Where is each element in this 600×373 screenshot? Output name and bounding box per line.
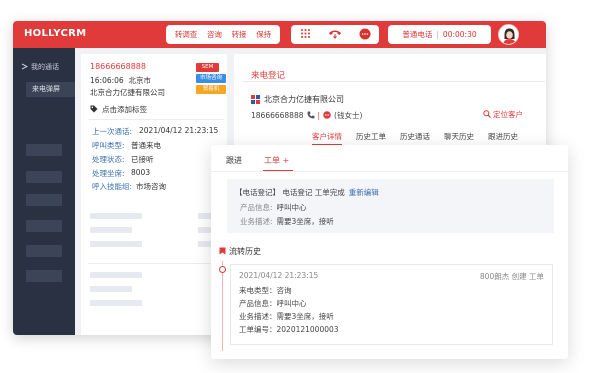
phone-icon[interactable] — [307, 111, 315, 121]
last-call-label: 上一次通话: — [92, 127, 133, 136]
placeholder-bar — [90, 286, 132, 292]
customer-contact: 18666668888 | (钱女士) — [251, 110, 363, 121]
tab-call-history[interactable]: 历史通话 — [400, 131, 430, 145]
call-actions: 转调查 咨询 转接 保持 — [166, 25, 280, 44]
add-tag-button[interactable]: 点击添加标签 — [90, 104, 147, 115]
tab-followup-history[interactable]: 跟进历史 — [488, 131, 518, 145]
tab-customer-details[interactable]: 客户详情 — [312, 131, 342, 145]
tab-followup[interactable]: 跟进 — [226, 155, 242, 166]
re-edit-link[interactable]: 重新编辑 — [349, 188, 379, 197]
caller-company: 北京合力亿捷有限公司 — [90, 88, 165, 97]
product-info: 产品信息: 呼叫中心 — [240, 203, 307, 212]
status-label: 处理状态: — [92, 155, 125, 164]
tab-chat-history[interactable]: 聊天历史 — [444, 131, 474, 145]
history-author: 800朗杰 创建 工单 — [479, 272, 544, 281]
caller-info-panel: 18666668888 SEM 16:06:06 北京市 市场咨询 北京合力亿捷… — [81, 54, 227, 335]
placeholder-bar — [90, 272, 142, 278]
call-type-label: 普通电话 — [402, 30, 433, 39]
sidebar-item-placeholder[interactable] — [26, 144, 62, 156]
sidebar-item-placeholder[interactable] — [26, 245, 62, 257]
bookmark-icon — [219, 247, 226, 257]
overlay-tabs: 跟进 工单 + — [226, 155, 311, 166]
history-heading: 流转历史 — [219, 246, 261, 257]
history-time: 2021/04/12 21:23:15 — [239, 271, 319, 280]
skill-group-value: 市场咨询 — [136, 182, 166, 191]
divider — [88, 119, 224, 120]
history-row: 来电类型：咨询 — [239, 286, 292, 295]
registration-title: 来电登记 — [251, 71, 286, 81]
transfer-button[interactable]: 转接 — [232, 29, 247, 40]
sidebar-item-placeholder[interactable] — [26, 171, 62, 183]
divider — [242, 81, 545, 82]
business-desc: 业务描述: 需要3坐席，接听 — [240, 217, 334, 226]
placeholder-bar — [90, 241, 142, 247]
divider — [88, 263, 224, 264]
seat-value: 8003 — [131, 168, 151, 177]
ticket-summary-title: 【电话登记】 电话登记 工单完成 重新编辑 — [235, 188, 379, 197]
consult-button[interactable]: 咨询 — [207, 29, 222, 40]
keypad-icon[interactable] — [300, 28, 311, 41]
placeholder-bar — [90, 300, 142, 306]
last-call-value: 2021/04/12 21:23:15 — [139, 126, 219, 135]
sidebar-heading: 我的通话 — [21, 62, 59, 72]
transfer-survey-button[interactable]: 转调查 — [175, 29, 198, 40]
history-row: 业务描述：需要3坐席，接听 — [239, 312, 334, 321]
tag-market: 市场咨询 — [196, 74, 226, 83]
chat-icon[interactable] — [359, 28, 371, 42]
tab-ticket[interactable]: 工单 + — [264, 155, 289, 166]
timeline-line — [222, 261, 223, 351]
tab-ticket-history[interactable]: 历史工单 — [356, 131, 386, 145]
call-timer: 00:00:30 — [442, 30, 477, 39]
history-row: 工单编号：2020121000003 — [239, 325, 339, 334]
menu-icon — [21, 63, 29, 72]
history-row: 产品信息：呼叫中心 — [239, 299, 307, 308]
placeholder-bar — [90, 227, 132, 233]
skill-group-label: 呼入技能组: — [92, 182, 133, 191]
tag-icon — [90, 105, 98, 115]
history-entry: 2021/04/12 21:23:15 800朗杰 创建 工单 来电类型：咨询 … — [230, 264, 553, 345]
caller-time-city: 16:06:06 北京市 — [90, 76, 151, 85]
sidebar-item-placeholder[interactable] — [26, 194, 62, 206]
sidebar-item-incoming-popup[interactable]: 来电弹屏 — [26, 82, 75, 97]
top-bar: HOLLYCRM 转调查 咨询 转接 保持 普通电话 | 00:00:30 — [13, 21, 546, 48]
hold-button[interactable]: 保持 — [256, 29, 271, 40]
sidebar-item-placeholder[interactable] — [26, 270, 62, 282]
sidebar-item-placeholder[interactable] — [26, 220, 62, 232]
caller-phone: 18666668888 — [90, 62, 146, 71]
tag-trade: 贸易机 — [196, 85, 226, 94]
status-value: 已接听 — [131, 155, 154, 164]
company-icon — [251, 95, 260, 104]
customer-tabs: 客户详情 历史工单 历史通话 聊天历史 跟进历史 — [312, 131, 532, 145]
locate-customer-button[interactable]: 定位客户 — [483, 109, 523, 120]
tag-sem: SEM — [196, 63, 219, 72]
placeholder-bar — [90, 213, 142, 219]
seat-label: 处理坐席: — [92, 169, 125, 178]
ticket-overlay-card: 跟进 工单 + 【电话登记】 电话登记 工单完成 重新编辑 产品信息: 呼叫中心 业… — [211, 145, 568, 359]
call-type-value: 普通来电 — [131, 141, 161, 150]
call-status: 普通电话 | 00:00:30 — [388, 25, 491, 44]
user-avatar-icon[interactable] — [498, 24, 519, 45]
phone-hangup-icon[interactable] — [328, 29, 342, 41]
search-icon — [483, 109, 491, 120]
ticket-summary: 【电话登记】 电话登记 工单完成 重新编辑 产品信息: 呼叫中心 业务描述: 需要3坐… — [227, 179, 554, 233]
divider — [211, 171, 568, 172]
customer-company: 北京合力亿捷有限公司 — [251, 94, 344, 105]
call-icons — [291, 25, 379, 44]
app-logo: HOLLYCRM — [24, 28, 87, 39]
call-type-label: 呼叫类型: — [92, 141, 125, 150]
sidebar: 我的通话 来电弹屏 — [13, 48, 75, 335]
timeline-dot — [219, 266, 226, 273]
chat-icon[interactable] — [323, 110, 331, 121]
